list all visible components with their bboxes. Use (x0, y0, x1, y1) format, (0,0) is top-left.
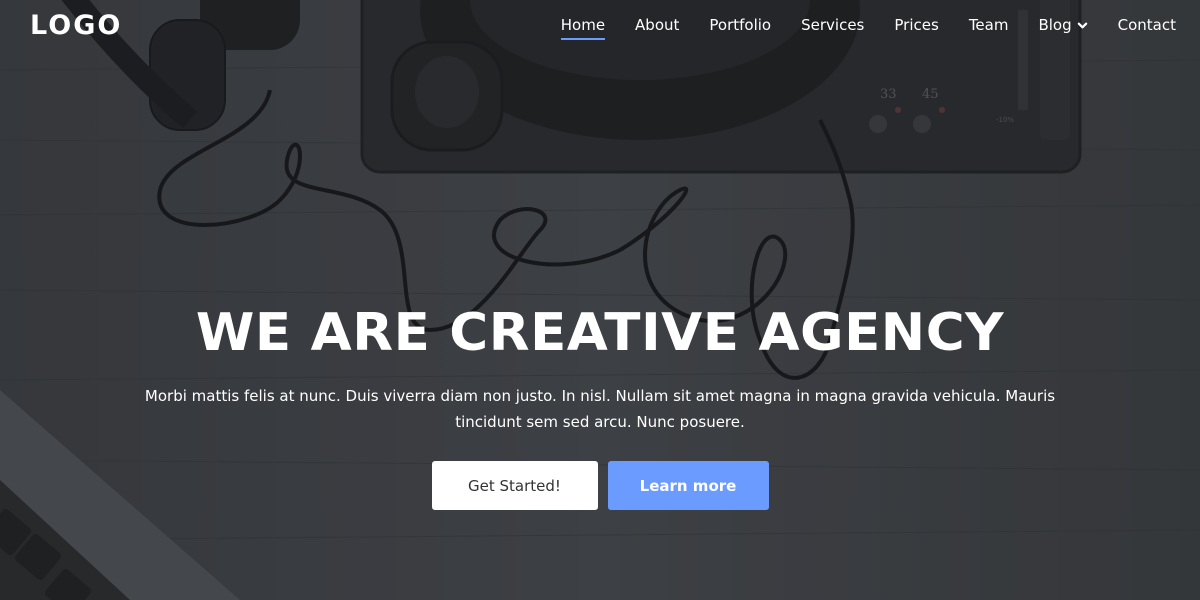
main-navigation: Home About Portfolio Services Prices Tea… (531, 16, 1176, 40)
nav-item-home[interactable]: Home (560, 16, 606, 40)
chevron-down-icon (1077, 22, 1087, 28)
nav-item-blog[interactable]: Blog (1038, 16, 1087, 40)
nav-item-label: Team (968, 16, 1009, 34)
site-header: LOGO Home About Portfolio Services Price… (0, 0, 1200, 52)
hero-title: WE ARE CREATIVE AGENCY (195, 303, 1005, 363)
logo[interactable]: LOGO (30, 10, 122, 41)
get-started-button[interactable]: Get Started! (431, 461, 598, 510)
nav-item-label: About (635, 16, 680, 34)
nav-item-about[interactable]: About (635, 16, 679, 40)
nav-item-prices[interactable]: Prices (894, 16, 938, 40)
nav-item-label: Blog (1038, 16, 1072, 34)
learn-more-button[interactable]: Learn more (607, 461, 769, 510)
nav-item-contact[interactable]: Contact (1118, 16, 1176, 40)
nav-item-portfolio[interactable]: Portfolio (709, 16, 771, 40)
nav-item-label: Home (560, 16, 606, 34)
nav-item-services[interactable]: Services (801, 16, 864, 40)
nav-item-label: Prices (894, 16, 939, 34)
hero-description: Morbi mattis felis at nunc. Duis viverra… (144, 387, 1056, 431)
hero-buttons: Get Started! Learn more (0, 461, 1200, 510)
nav-item-label: Portfolio (709, 16, 772, 34)
nav-item-label: Services (801, 16, 865, 34)
nav-item-label: Contact (1117, 16, 1176, 34)
nav-item-team[interactable]: Team (969, 16, 1009, 40)
hero-content: WE ARE CREATIVE AGENCY Morbi mattis feli… (0, 300, 1200, 510)
